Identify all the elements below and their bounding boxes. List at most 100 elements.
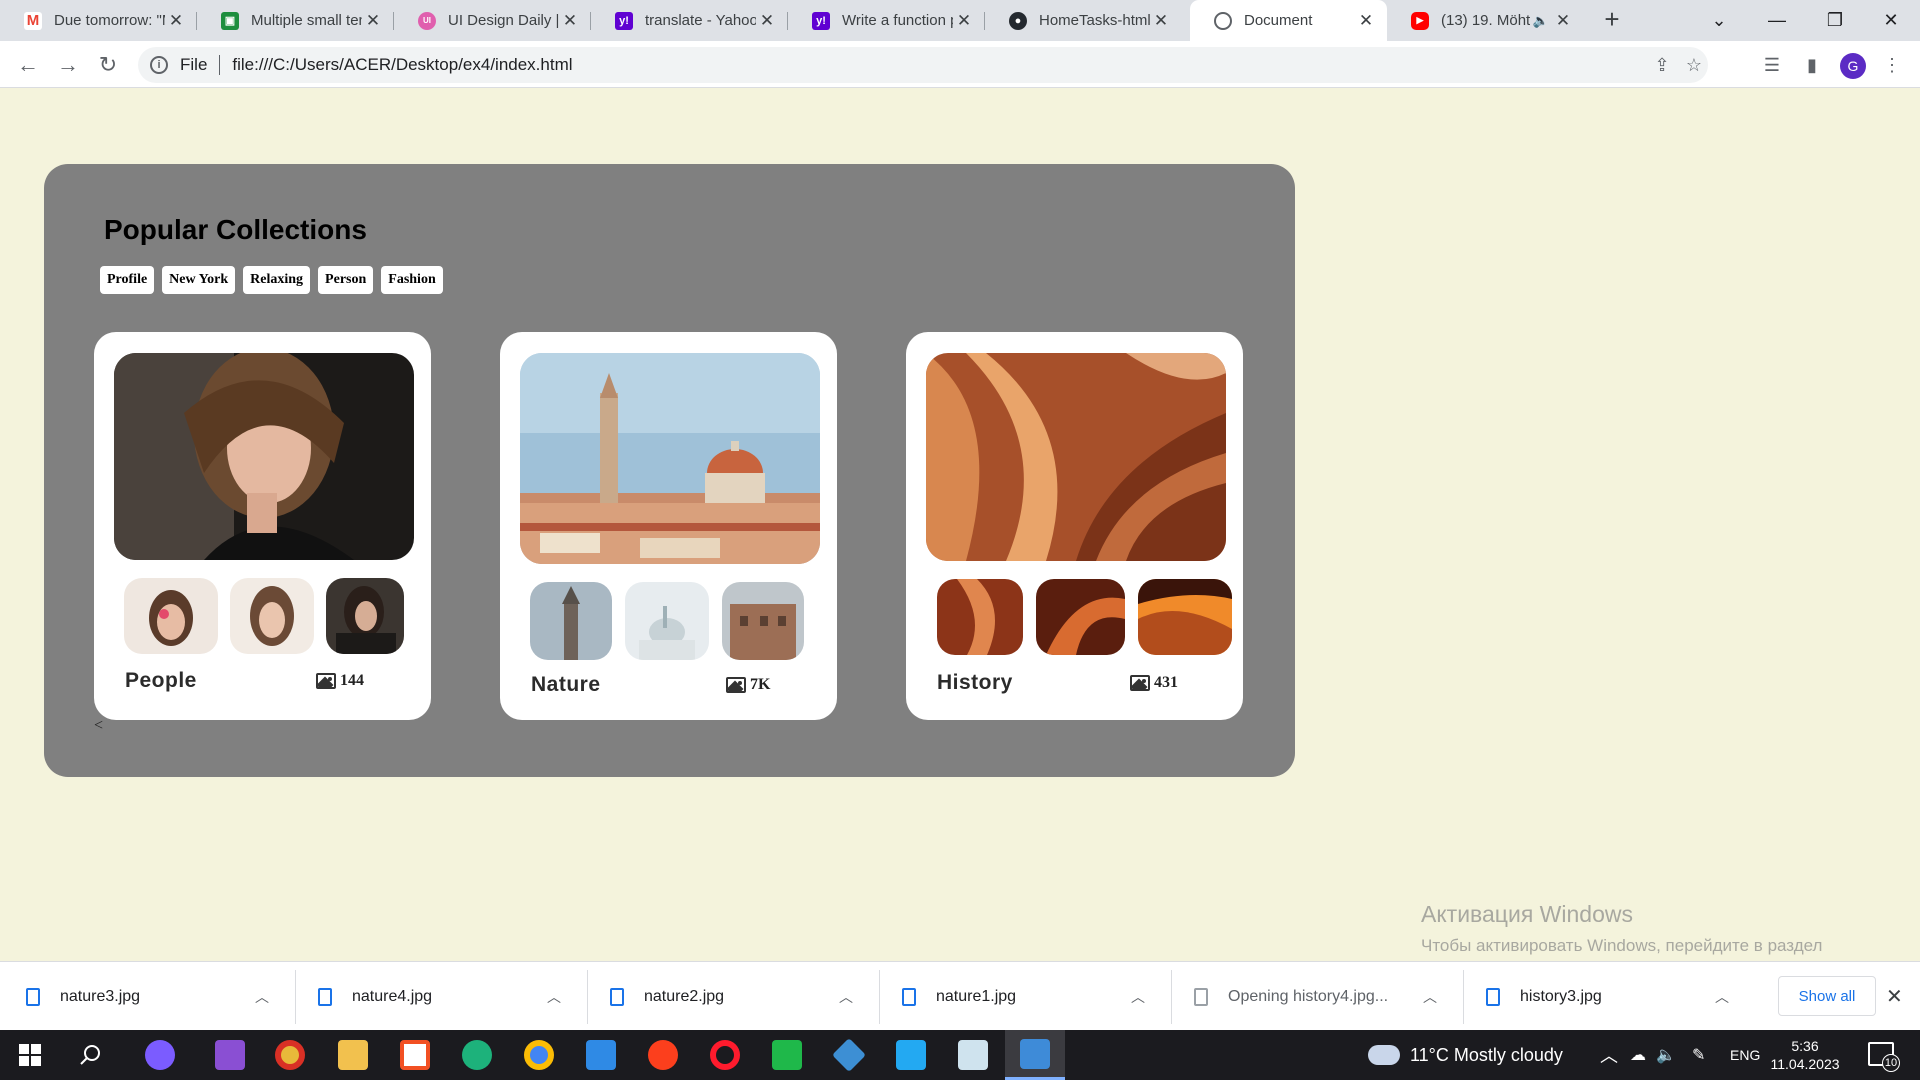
tab-github[interactable]: ● HomeTasks-html- ✕: [985, 0, 1182, 41]
chevron-up-icon[interactable]: ︿: [1418, 987, 1442, 1007]
close-tab-icon[interactable]: ✕: [1355, 11, 1377, 31]
language-indicator[interactable]: ENG: [1730, 1030, 1760, 1080]
taskbar-app[interactable]: [757, 1030, 817, 1080]
thumbnail-image[interactable]: [230, 578, 314, 654]
chevron-up-icon[interactable]: ︿: [542, 987, 566, 1007]
thumbnail-image[interactable]: [530, 582, 612, 660]
url-text[interactable]: file:///C:/Users/ACER/Desktop/ex4/index.…: [232, 55, 572, 75]
reading-list-icon[interactable]: ☰: [1760, 53, 1784, 77]
collection-card-history[interactable]: History 431: [906, 332, 1243, 720]
taskbar-app[interactable]: [509, 1030, 569, 1080]
tab-yahoo-translate[interactable]: y! translate - Yahoo ✕: [591, 0, 788, 41]
thumbnail-image[interactable]: [1138, 579, 1232, 655]
chevron-up-icon[interactable]: ︿: [250, 987, 274, 1007]
tab-gmail[interactable]: M Due tomorrow: "M ✕: [0, 0, 197, 41]
taskbar-app[interactable]: [695, 1030, 755, 1080]
start-button[interactable]: [0, 1030, 60, 1080]
close-tab-icon[interactable]: ✕: [953, 11, 975, 31]
tag-new-york[interactable]: New York: [162, 266, 236, 294]
chevron-up-icon[interactable]: ︿: [1710, 987, 1734, 1007]
tag-person[interactable]: Person: [318, 266, 374, 294]
close-tab-icon[interactable]: ✕: [1150, 11, 1172, 31]
taskbar-app[interactable]: [881, 1030, 941, 1080]
taskbar-app[interactable]: [260, 1030, 320, 1080]
taskbar-app[interactable]: [943, 1030, 1003, 1080]
photos-icon: [1020, 1038, 1050, 1069]
taskbar-app[interactable]: [571, 1030, 631, 1080]
notification-count: 10: [1882, 1054, 1900, 1072]
back-button[interactable]: ←: [12, 49, 44, 81]
taskbar-app[interactable]: [385, 1030, 445, 1080]
notifications-icon[interactable]: 10: [1868, 1042, 1900, 1072]
tab-ui-design-daily[interactable]: UI UI Design Daily | ✕: [394, 0, 591, 41]
network-icon[interactable]: ☁: [1630, 1030, 1646, 1080]
classroom-icon: ▣: [221, 11, 239, 30]
people-hero-image: [114, 353, 414, 560]
tag-fashion[interactable]: Fashion: [381, 266, 443, 294]
reload-button[interactable]: ↻: [92, 49, 124, 81]
forward-button[interactable]: →: [52, 49, 84, 81]
show-all-downloads-button[interactable]: Show all: [1778, 976, 1876, 1016]
taskbar-app[interactable]: [323, 1030, 383, 1080]
menu-kebab-icon[interactable]: ⋮: [1880, 53, 1904, 77]
assistant-icon: [145, 1040, 175, 1070]
close-window-button[interactable]: ✕: [1862, 0, 1920, 41]
new-tab-button[interactable]: +: [1598, 6, 1626, 34]
taskbar-app[interactable]: [819, 1030, 879, 1080]
close-downloads-icon[interactable]: ✕: [1886, 984, 1903, 1009]
profile-avatar[interactable]: G: [1840, 53, 1866, 79]
carousel-prev-button[interactable]: <: [94, 717, 103, 735]
close-tab-icon[interactable]: ✕: [165, 11, 187, 31]
tag-profile[interactable]: Profile: [100, 266, 155, 294]
tab-document[interactable]: Document ✕: [1190, 0, 1387, 41]
taskbar-app[interactable]: [447, 1030, 507, 1080]
url-scheme: File: [180, 55, 208, 74]
thumbnail-image[interactable]: [326, 578, 404, 654]
collection-card-people[interactable]: People 144: [94, 332, 431, 720]
download-item[interactable]: history3.jpg ︿: [1460, 962, 1752, 1031]
download-item[interactable]: nature4.jpg ︿: [292, 962, 584, 1031]
taskbar-app-photos[interactable]: [1005, 1030, 1065, 1080]
download-item[interactable]: nature1.jpg ︿: [876, 962, 1168, 1031]
ui-design-daily-icon: UI: [418, 11, 436, 30]
taskbar-app[interactable]: [633, 1030, 693, 1080]
tag-relaxing[interactable]: Relaxing: [243, 266, 311, 294]
close-tab-icon[interactable]: ✕: [756, 11, 778, 31]
chevron-up-icon[interactable]: ︿: [834, 987, 858, 1007]
tab-search-icon[interactable]: ⌄: [1690, 0, 1748, 41]
thumbnail-image[interactable]: [124, 578, 218, 654]
tray-chevron-up-icon[interactable]: ︿: [1600, 1030, 1618, 1080]
download-item[interactable]: nature2.jpg ︿: [584, 962, 876, 1031]
file-icon: [26, 987, 40, 1006]
search-button[interactable]: [60, 1030, 120, 1080]
tab-youtube[interactable]: ▶ (13) 19. Möht 🔈 ✕: [1387, 0, 1584, 41]
thumbnail-image[interactable]: [1036, 579, 1125, 655]
share-icon[interactable]: ⇪: [1646, 47, 1678, 83]
close-tab-icon[interactable]: ✕: [559, 11, 581, 31]
pen-icon[interactable]: ✎: [1692, 1030, 1705, 1080]
chevron-up-icon[interactable]: ︿: [1126, 987, 1150, 1007]
file-icon: [902, 987, 916, 1006]
volume-icon[interactable]: 🔈: [1656, 1030, 1676, 1080]
tab-yahoo-function[interactable]: y! Write a function p ✕: [788, 0, 985, 41]
bookmark-star-icon[interactable]: ☆: [1678, 47, 1710, 83]
taskbar-app[interactable]: [200, 1030, 260, 1080]
close-tab-icon[interactable]: ✕: [1552, 11, 1574, 31]
thumbnail-image[interactable]: [722, 582, 804, 660]
thumbnail-image[interactable]: [625, 582, 709, 660]
mute-icon[interactable]: 🔈: [1530, 13, 1552, 29]
collection-card-nature[interactable]: Nature 7K: [500, 332, 837, 720]
download-item[interactable]: nature3.jpg ︿: [0, 962, 292, 1031]
tab-classroom[interactable]: ▣ Multiple small ten ✕: [197, 0, 394, 41]
taskbar-app[interactable]: [130, 1030, 190, 1080]
side-panel-icon[interactable]: ▮: [1800, 53, 1824, 77]
address-bar[interactable]: i File file:///C:/Users/ACER/Desktop/ex4…: [138, 47, 1708, 83]
clock[interactable]: 5:36 11.04.2023: [1760, 1037, 1850, 1073]
thumbnail-image[interactable]: [937, 579, 1023, 655]
download-item[interactable]: Opening history4.jpg... ︿: [1168, 962, 1460, 1031]
weather-widget[interactable]: 11°C Mostly cloudy: [1368, 1030, 1563, 1080]
restore-button[interactable]: ❐: [1806, 0, 1864, 41]
close-tab-icon[interactable]: ✕: [362, 11, 384, 31]
site-info-icon[interactable]: i: [150, 56, 168, 74]
minimize-button[interactable]: —: [1748, 0, 1806, 41]
